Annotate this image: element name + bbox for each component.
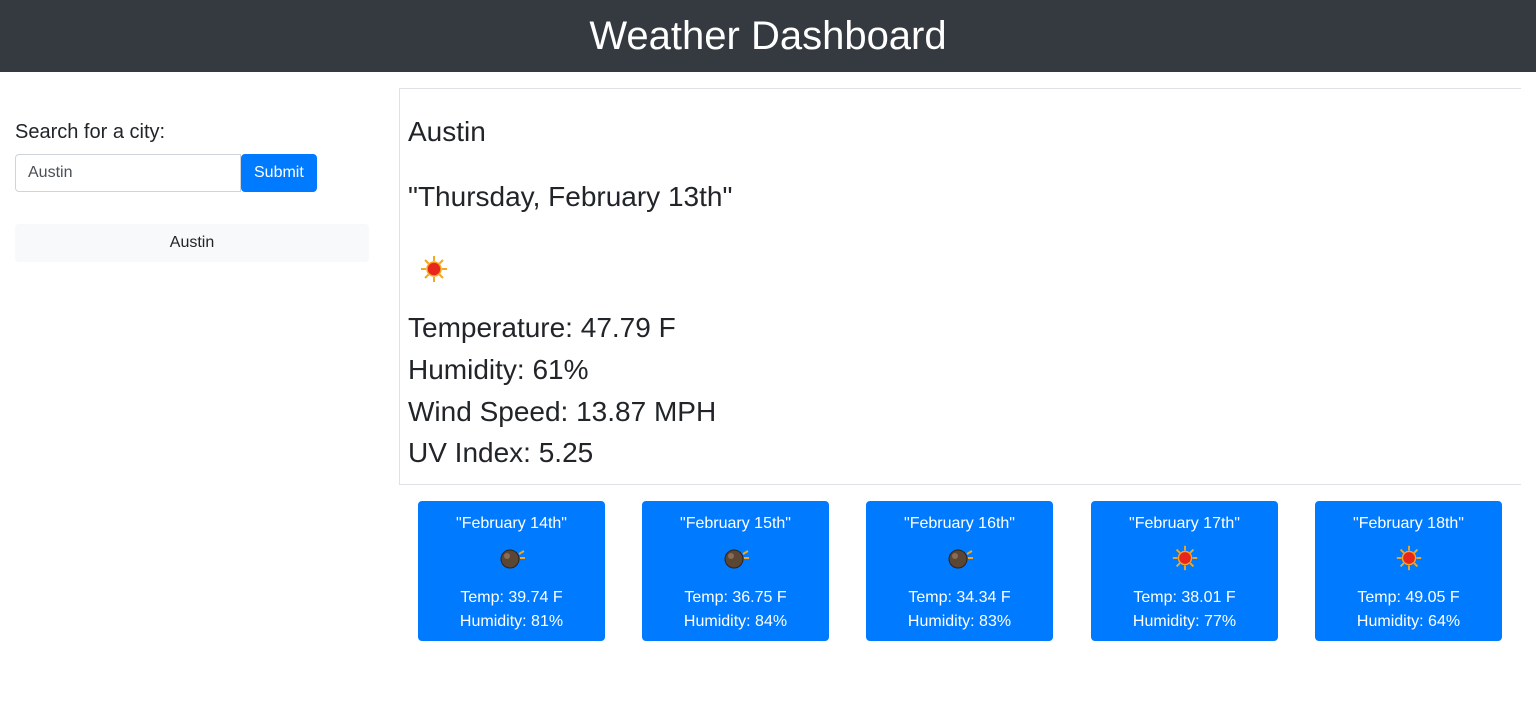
page-title: Weather Dashboard (589, 13, 947, 58)
search-history: Austin (15, 224, 369, 262)
forecast-temp: Temp: 39.74 F (460, 589, 563, 606)
forecast-temp: Temp: 36.75 F (684, 589, 787, 606)
forecast-date: "February 17th" (1129, 515, 1240, 532)
current-date: "Thursday, February 13th" (408, 181, 733, 212)
cloud-icon (945, 543, 975, 573)
forecast-card: "February 16th" Temp: 34.34 F Humidity: … (866, 501, 1053, 641)
current-weather-card: Austin "Thursday, February 13th" Tempera… (399, 88, 1521, 485)
forecast-card: "February 17th" Temp: 38.01 F Humidity: … (1091, 501, 1278, 641)
submit-button[interactable]: Submit (241, 154, 317, 192)
forecast-humidity: Humidity: 64% (1356, 613, 1461, 630)
history-item[interactable]: Austin (15, 224, 369, 262)
current-wind-speed: Wind Speed: 13.87 MPH (408, 396, 717, 427)
sun-icon (418, 253, 450, 285)
forecast-date: "February 16th" (904, 515, 1015, 532)
forecast-humidity: Humidity: 83% (907, 613, 1012, 630)
forecast-date: "February 14th" (456, 515, 567, 532)
sidebar: Search for a city: Submit Austin (15, 118, 369, 262)
cloud-icon (721, 543, 751, 573)
cloud-icon (497, 543, 527, 573)
forecast-card: "February 14th" Temp: 39.74 F Humidity: … (418, 501, 605, 641)
forecast-temp: Temp: 34.34 F (908, 589, 1011, 606)
forecast-date: "February 15th" (680, 515, 791, 532)
forecast-humidity: Humidity: 77% (1132, 613, 1237, 630)
forecast-date: "February 18th" (1353, 515, 1464, 532)
forecast-humidity: Humidity: 81% (459, 613, 564, 630)
current-humidity: Humidity: 61% (408, 354, 589, 385)
forecast-humidity: Humidity: 84% (683, 613, 788, 630)
forecast-card: "February 18th" Temp: 49.05 F Humidity: … (1315, 501, 1502, 641)
forecast-temp: Temp: 49.05 F (1357, 589, 1460, 606)
current-city: Austin (408, 116, 486, 147)
header-bar: Weather Dashboard (0, 0, 1536, 72)
current-uv-index: UV Index: 5.25 (408, 437, 594, 468)
sun-icon (1170, 543, 1200, 573)
forecast-card: "February 15th" Temp: 36.75 F Humidity: … (642, 501, 829, 641)
sun-icon (1394, 543, 1424, 573)
city-search-input[interactable] (15, 154, 241, 192)
search-form: Submit (15, 154, 369, 192)
current-temperature: Temperature: 47.79 F (408, 312, 676, 343)
search-label: Search for a city: (15, 121, 166, 143)
forecast-temp: Temp: 38.01 F (1133, 589, 1236, 606)
